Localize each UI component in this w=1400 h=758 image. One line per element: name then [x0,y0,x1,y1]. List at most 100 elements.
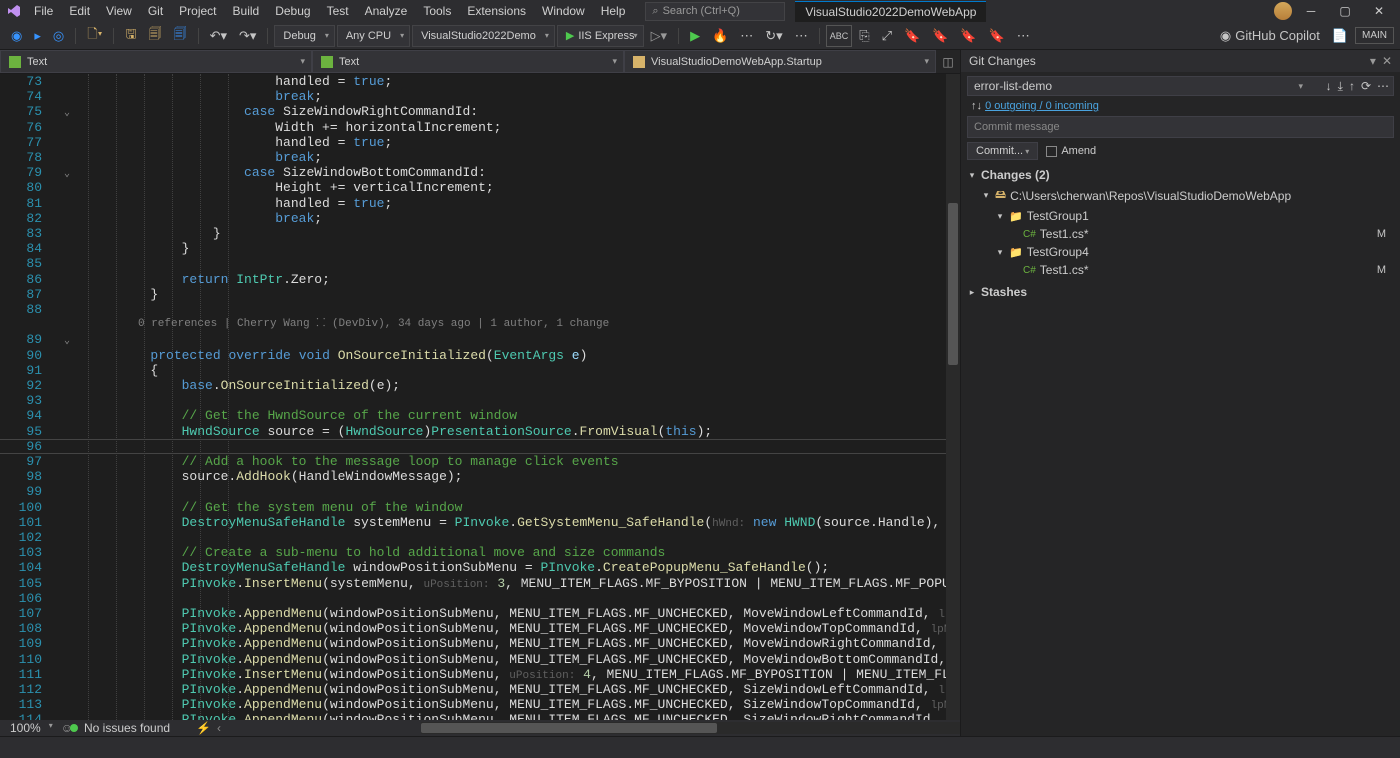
open-file-icon[interactable]: 🗋▾ [82,25,107,47]
bookmark4-icon[interactable]: 🔖 [984,25,1010,47]
repo-root[interactable]: ▾ 🖴 C:\Users\cherwan\Repos\VisualStudioD… [967,184,1394,207]
save-all2-icon[interactable]: 🗐 [169,25,192,47]
maximize-button[interactable]: ▢ [1330,0,1360,22]
editor-bottom-bar: 100% ☺ No issues found ⚡ ‹ [0,720,960,736]
sync-link[interactable]: 0 outgoing / 0 incoming [985,100,1099,112]
start-debug-icon[interactable]: ▶ [685,25,705,47]
panel-close-icon[interactable]: ✕ [1382,54,1392,68]
new-item-icon[interactable]: ◎ [48,25,69,47]
branch-selector[interactable]: error-list-demo ↓ ⤓ ↑ ⟳ ⋯ [967,76,1394,96]
redo-icon[interactable]: ↷▾ [234,25,261,47]
save-icon[interactable]: 🖫 [120,25,141,47]
vertical-scrollbar[interactable] [946,74,960,720]
menu-extensions[interactable]: Extensions [459,1,534,21]
branch-indicator[interactable]: MAIN [1355,27,1394,44]
changes-header[interactable]: ▾ Changes (2) [967,166,1394,184]
config-dropdown[interactable]: Debug [274,25,334,47]
fold-toggle[interactable]: ⌄ [64,106,70,121]
toggle2-icon[interactable]: ⤢ [877,25,897,47]
copilot-button[interactable]: ◉ GitHub Copilot [1215,25,1325,47]
file-item[interactable]: C#Test1.cs*M [967,261,1394,279]
codelens[interactable]: 0 references | Cherry Wang ⸬ (DevDiv), 3… [138,317,609,332]
code-editor[interactable]: 7374757677787980818283848586878889909192… [0,74,960,720]
pull-icon[interactable]: ⤓ [1338,79,1343,94]
menu-window[interactable]: Window [534,1,593,21]
overflow2-icon[interactable]: ⋯ [1012,25,1035,47]
bookmark3-icon[interactable]: 🔖 [955,25,981,47]
main-toolbar: ◉ ▸ ◎ 🗋▾ 🖫 🗐 🗐 ↶▾ ↷▾ Debug Any CPU Visua… [0,22,1400,50]
sync-status: ↑↓ 0 outgoing / 0 incoming [961,98,1400,114]
nav-back-icon[interactable]: ◉ [6,25,27,47]
csharp-file-icon: C# [1023,229,1036,240]
split-editor-icon[interactable]: ◫ [936,50,960,73]
share-icon[interactable]: 📄 [1327,25,1353,47]
folder-testgroup4[interactable]: ▾📁TestGroup4 [967,243,1394,261]
chevron-down-icon: ▾ [995,211,1005,222]
hot-reload-icon[interactable]: 🔥 [707,25,733,47]
platform-dropdown[interactable]: Any CPU [337,25,410,47]
horizontal-scrollbar[interactable] [421,722,960,734]
undo-icon[interactable]: ↶▾ [205,25,232,47]
editor-area: Text Text VisualStudioDemoWebApp.Startup… [0,50,960,736]
menu-help[interactable]: Help [593,1,634,21]
push-icon[interactable]: ↑ [1349,79,1355,94]
search-box[interactable]: ⌕ Search (Ctrl+Q) [645,2,785,21]
browser-link-icon[interactable]: ⋯ [735,25,758,47]
amend-checkbox[interactable]: Amend [1046,145,1096,157]
bookmark2-icon[interactable]: 🔖 [927,25,953,47]
nav-member-dropdown[interactable]: VisualStudioDemoWebApp.Startup [624,50,936,73]
menu-git[interactable]: Git [140,1,171,21]
panel-menu-icon[interactable]: ▾ [1370,54,1376,68]
commit-button[interactable]: Commit... [967,142,1038,160]
branch-name: error-list-demo [974,79,1052,93]
nav-type-dropdown[interactable]: Text [312,50,624,73]
caret-left-icon[interactable]: ‹ [217,721,221,735]
sync-icon2: ↑↓ [971,100,985,112]
nav-scope-dropdown[interactable]: Text [0,50,312,73]
menu-build[interactable]: Build [225,1,268,21]
startup-project-dropdown[interactable]: VisualStudio2022Demo [412,25,555,47]
ok-status-icon [70,724,78,732]
csharp-file-icon: C# [1023,265,1036,276]
avatar[interactable] [1274,2,1292,20]
minimize-button[interactable]: ─ [1296,0,1326,22]
issues-label[interactable]: No issues found [84,721,170,735]
fold-toggle[interactable]: ⌄ [64,167,70,182]
vscroll-thumb[interactable] [948,203,958,365]
fetch-icon[interactable]: ↓ [1326,79,1332,94]
debug-target-icon[interactable]: ▷▾ [646,25,673,47]
zoom-dropdown[interactable]: 100% [6,720,55,736]
changes-tree: ▾ Changes (2) ▾ 🖴 C:\Users\cherwan\Repos… [961,164,1400,303]
close-button[interactable]: ✕ [1364,0,1394,22]
menu-view[interactable]: View [98,1,140,21]
hscroll-thumb[interactable] [421,723,717,733]
refresh-icon[interactable]: ↻▾ [760,25,787,47]
toggle1-icon[interactable]: ⎘ [854,25,874,47]
file-item[interactable]: C#Test1.cs*M [967,225,1394,243]
menu-file[interactable]: File [26,1,61,21]
git-panel-header: Git Changes ▾ ✕ [961,50,1400,72]
main-menu: FileEditViewGitProjectBuildDebugTestAnal… [26,1,633,21]
play-icon: ▶ [566,29,574,42]
solution-tab[interactable]: VisualStudio2022DemoWebApp [795,1,986,22]
bookmark1-icon[interactable]: 🔖 [899,25,925,47]
menu-debug[interactable]: Debug [267,1,318,21]
menu-test[interactable]: Test [319,1,357,21]
spell-check-icon[interactable]: ABC [826,25,853,47]
nav-fwd-icon[interactable]: ▸ [29,25,46,47]
overflow-icon[interactable]: ⋯ [790,25,813,47]
menu-analyze[interactable]: Analyze [357,1,416,21]
stashes-header[interactable]: ▸ Stashes [967,283,1394,301]
commit-message-input[interactable]: Commit message [967,116,1394,138]
folder-testgroup1[interactable]: ▾📁TestGroup1 [967,207,1394,225]
save-all-icon[interactable]: 🗐 [144,25,167,47]
menu-project[interactable]: Project [171,1,224,21]
run-iis-button[interactable]: ▶ IIS Express [557,25,644,47]
sync-icon[interactable]: ⟳ [1361,79,1371,94]
menu-edit[interactable]: Edit [61,1,98,21]
more-icon[interactable]: ⋯ [1377,79,1389,94]
lightning-icon[interactable]: ⚡ [190,721,217,735]
fold-toggle[interactable]: ⌄ [64,334,70,349]
menu-tools[interactable]: Tools [415,1,459,21]
git-panel-title: Git Changes [969,54,1036,68]
